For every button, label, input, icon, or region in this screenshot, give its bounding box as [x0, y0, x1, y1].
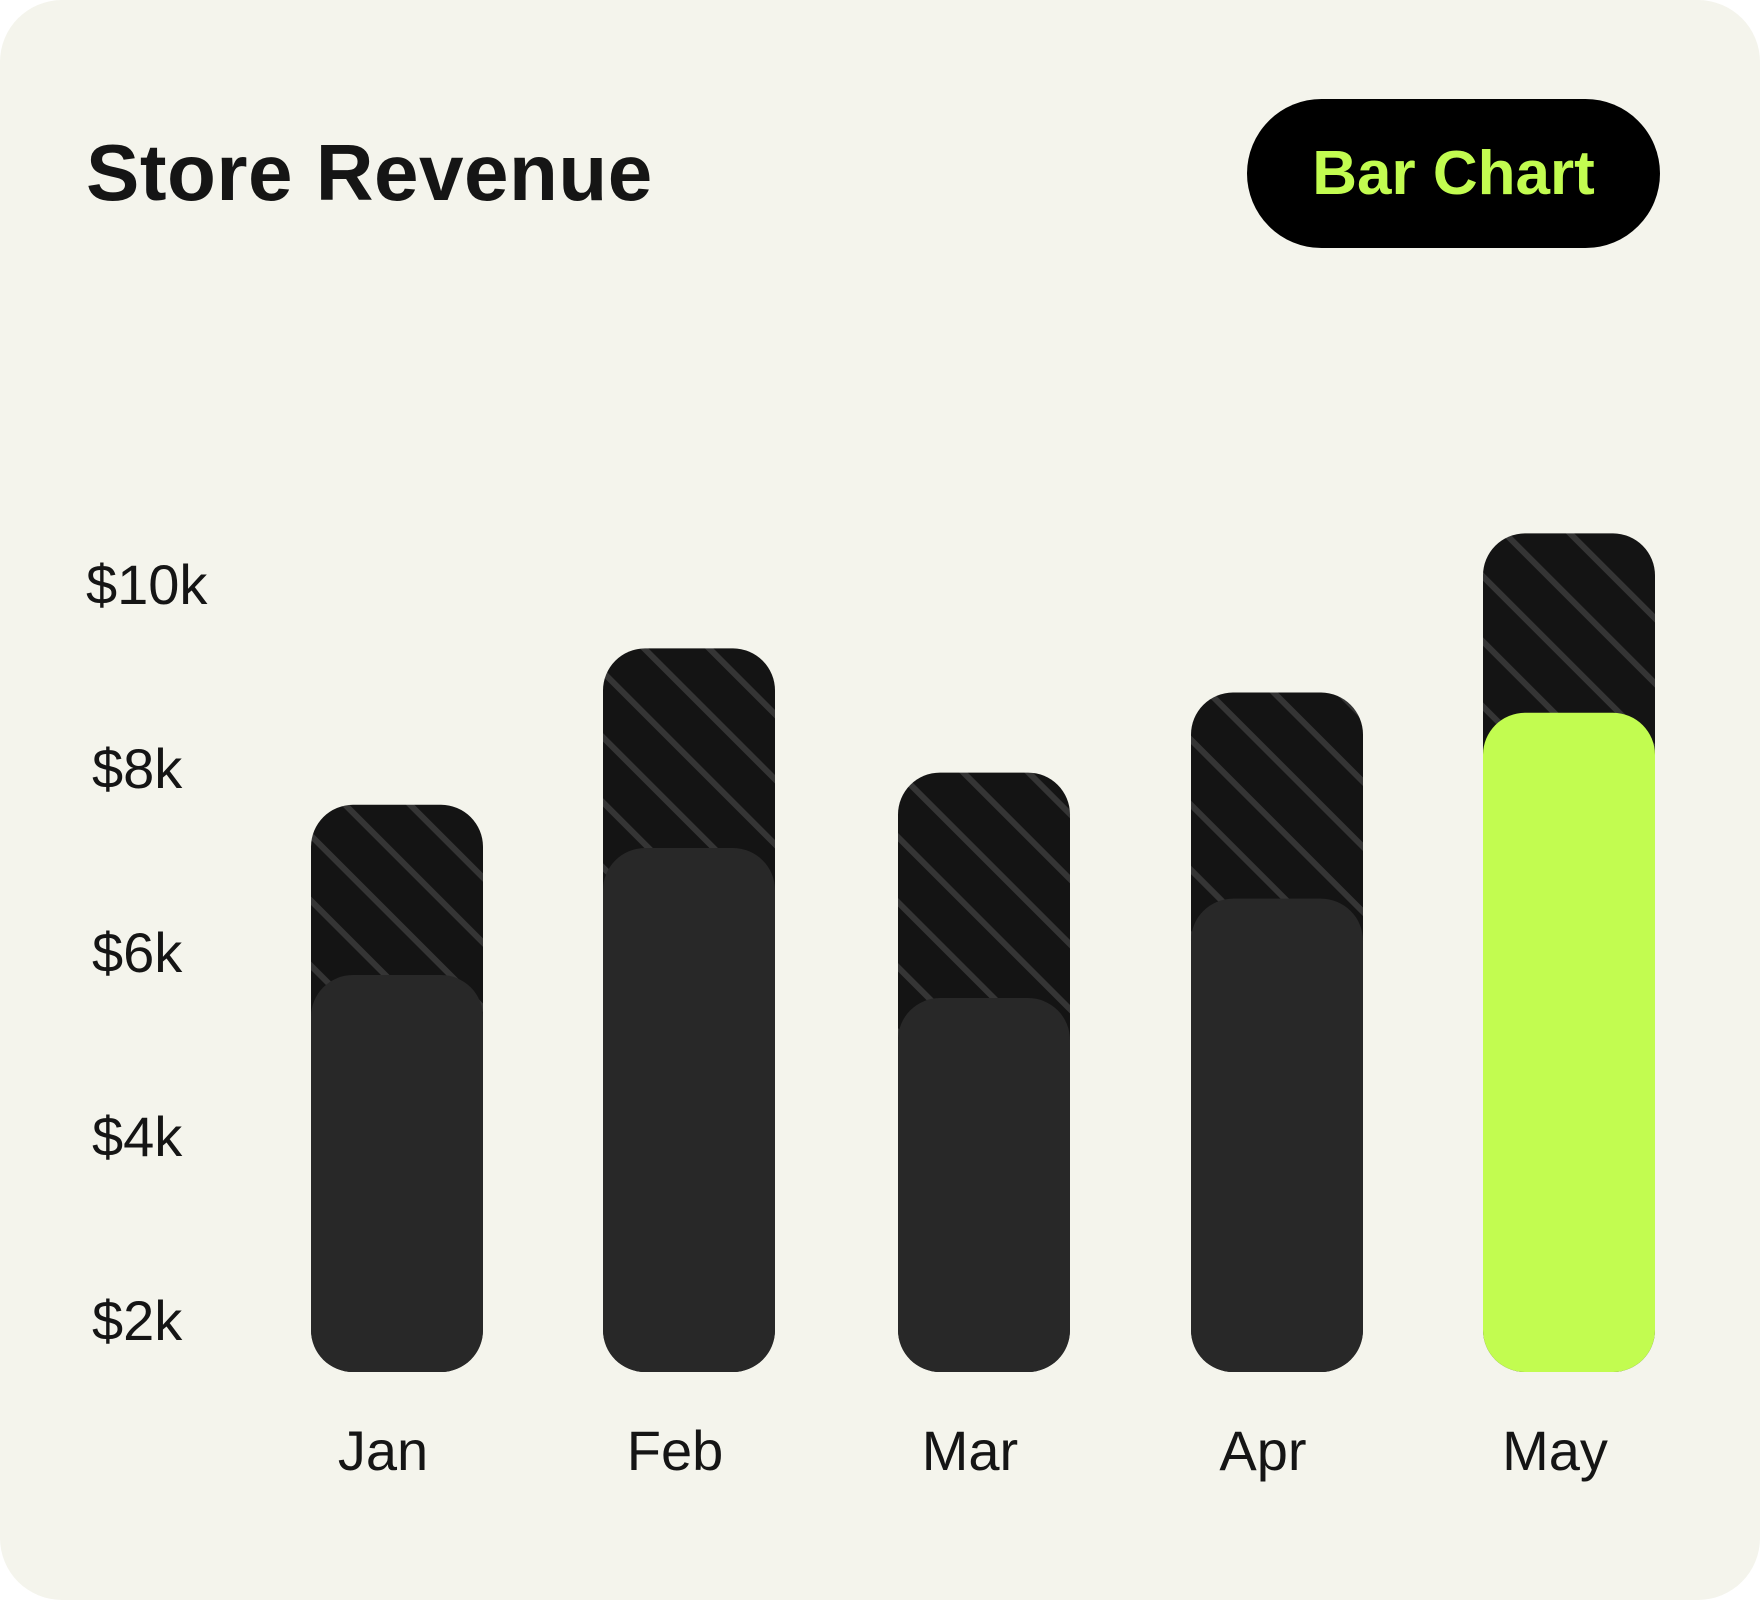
- bars-group: [311, 533, 1655, 1372]
- bar-chart: $10k $8k $6k $4k $2k Jan Feb Mar Apr May: [86, 533, 1655, 1482]
- actual-bar: [1191, 898, 1363, 1372]
- x-axis: Jan Feb Mar Apr May: [338, 1419, 1608, 1482]
- bar-group-apr: [1191, 692, 1363, 1372]
- bar-group-jan: [311, 804, 483, 1372]
- actual-bar: [898, 998, 1070, 1372]
- x-tick-label: Feb: [627, 1419, 724, 1482]
- bar-group-feb: [603, 648, 775, 1372]
- y-axis: $10k $8k $6k $4k $2k: [86, 553, 208, 1352]
- bar-group-mar: [898, 772, 1070, 1372]
- y-tick-label: $10k: [86, 553, 208, 616]
- chart-card: Store Revenue Bar Chart $10k $8k $6k $4k $2k…: [0, 0, 1760, 1600]
- y-tick-label: $6k: [92, 921, 183, 984]
- y-tick-label: $2k: [92, 1289, 183, 1352]
- bar-group-may: [1483, 533, 1655, 1372]
- y-tick-label: $4k: [92, 1105, 183, 1168]
- actual-bar: [603, 848, 775, 1372]
- highlighted-bar: [1483, 712, 1655, 1372]
- x-tick-label: May: [1502, 1419, 1608, 1482]
- y-tick-label: $8k: [92, 737, 183, 800]
- actual-bar: [311, 975, 483, 1372]
- x-tick-label: Apr: [1219, 1419, 1306, 1482]
- x-tick-label: Mar: [922, 1419, 1018, 1482]
- x-tick-label: Jan: [338, 1419, 428, 1482]
